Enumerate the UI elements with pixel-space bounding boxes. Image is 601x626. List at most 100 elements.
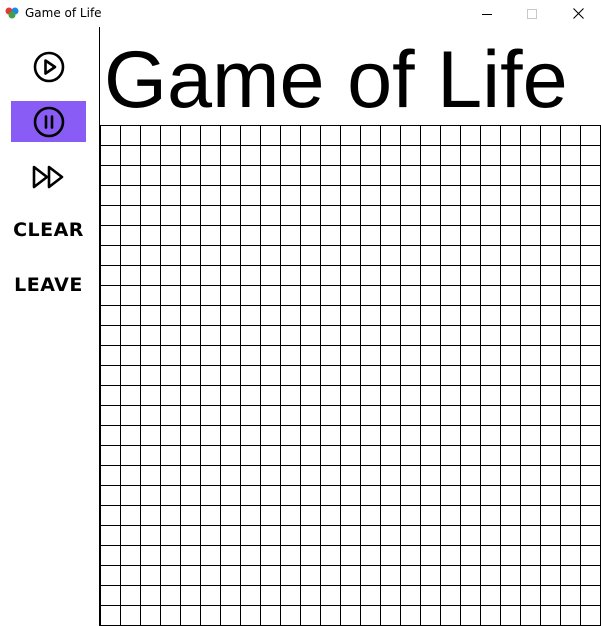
grid-cell[interactable]	[160, 325, 181, 346]
grid-cell[interactable]	[120, 405, 141, 426]
grid-cell[interactable]	[460, 165, 481, 186]
grid-cell[interactable]	[240, 185, 261, 206]
grid-cell[interactable]	[540, 345, 561, 366]
grid-cell[interactable]	[540, 245, 561, 266]
grid-cell[interactable]	[420, 205, 441, 226]
grid-cell[interactable]	[500, 165, 521, 186]
grid-cell[interactable]	[160, 605, 181, 626]
grid-cell[interactable]	[420, 565, 441, 586]
grid-cell[interactable]	[180, 405, 201, 426]
grid-cell[interactable]	[240, 545, 261, 566]
grid-cell[interactable]	[320, 245, 341, 266]
grid-cell[interactable]	[440, 165, 461, 186]
grid-cell[interactable]	[220, 265, 241, 286]
grid-cell[interactable]	[400, 285, 421, 306]
grid-cell[interactable]	[340, 525, 361, 546]
grid-cell[interactable]	[260, 445, 281, 466]
grid-cell[interactable]	[500, 405, 521, 426]
grid-cell[interactable]	[540, 385, 561, 406]
grid-cell[interactable]	[400, 405, 421, 426]
grid-cell[interactable]	[500, 225, 521, 246]
grid-cell[interactable]	[500, 605, 521, 626]
grid-cell[interactable]	[100, 145, 121, 166]
grid-cell[interactable]	[520, 245, 541, 266]
grid-cell[interactable]	[160, 165, 181, 186]
minimize-button[interactable]	[464, 0, 510, 27]
grid-cell[interactable]	[280, 585, 301, 606]
grid-cell[interactable]	[340, 205, 361, 226]
grid-cell[interactable]	[380, 325, 401, 346]
grid-cell[interactable]	[420, 185, 441, 206]
grid-cell[interactable]	[260, 125, 281, 146]
grid-cell[interactable]	[380, 265, 401, 286]
grid-cell[interactable]	[200, 125, 221, 146]
grid-cell[interactable]	[320, 165, 341, 186]
grid-cell[interactable]	[100, 445, 121, 466]
grid-cell[interactable]	[280, 285, 301, 306]
grid-cell[interactable]	[480, 605, 501, 626]
grid-cell[interactable]	[100, 265, 121, 286]
grid-cell[interactable]	[580, 545, 601, 566]
grid-cell[interactable]	[120, 585, 141, 606]
grid-cell[interactable]	[100, 365, 121, 386]
grid-cell[interactable]	[220, 145, 241, 166]
grid-cell[interactable]	[220, 165, 241, 186]
grid-cell[interactable]	[520, 445, 541, 466]
grid-cell[interactable]	[500, 305, 521, 326]
grid-cell[interactable]	[240, 425, 261, 446]
grid-cell[interactable]	[580, 425, 601, 446]
grid-cell[interactable]	[120, 565, 141, 586]
grid-cell[interactable]	[100, 205, 121, 226]
grid-cell[interactable]	[360, 345, 381, 366]
grid-cell[interactable]	[140, 465, 161, 486]
grid-cell[interactable]	[400, 505, 421, 526]
grid-cell[interactable]	[320, 325, 341, 346]
grid-cell[interactable]	[540, 285, 561, 306]
grid-cell[interactable]	[260, 585, 281, 606]
grid-cell[interactable]	[220, 345, 241, 366]
grid-cell[interactable]	[320, 385, 341, 406]
grid-cell[interactable]	[540, 445, 561, 466]
grid-cell[interactable]	[300, 225, 321, 246]
grid-cell[interactable]	[200, 485, 221, 506]
grid-cell[interactable]	[160, 545, 181, 566]
grid-cell[interactable]	[100, 525, 121, 546]
grid-cell[interactable]	[580, 265, 601, 286]
grid-cell[interactable]	[260, 345, 281, 366]
grid-cell[interactable]	[560, 125, 581, 146]
grid-cell[interactable]	[260, 525, 281, 546]
grid-cell[interactable]	[200, 445, 221, 466]
grid-cell[interactable]	[160, 485, 181, 506]
grid-cell[interactable]	[180, 485, 201, 506]
grid-cell[interactable]	[520, 205, 541, 226]
grid-cell[interactable]	[240, 305, 261, 326]
grid-cell[interactable]	[360, 605, 381, 626]
grid-cell[interactable]	[160, 205, 181, 226]
grid-cell[interactable]	[280, 225, 301, 246]
grid-cell[interactable]	[560, 165, 581, 186]
grid-cell[interactable]	[440, 245, 461, 266]
grid-cell[interactable]	[300, 245, 321, 266]
grid-cell[interactable]	[100, 425, 121, 446]
grid-cell[interactable]	[500, 505, 521, 526]
grid-cell[interactable]	[320, 485, 341, 506]
grid-cell[interactable]	[460, 265, 481, 286]
grid-cell[interactable]	[120, 245, 141, 266]
grid-cell[interactable]	[380, 225, 401, 246]
grid-cell[interactable]	[340, 505, 361, 526]
fast-forward-button[interactable]	[11, 156, 86, 197]
grid-cell[interactable]	[140, 405, 161, 426]
grid-cell[interactable]	[280, 365, 301, 386]
grid-cell[interactable]	[160, 225, 181, 246]
grid-cell[interactable]	[200, 245, 221, 266]
grid-cell[interactable]	[160, 285, 181, 306]
grid-cell[interactable]	[280, 265, 301, 286]
grid-cell[interactable]	[360, 325, 381, 346]
grid-cell[interactable]	[580, 325, 601, 346]
grid-cell[interactable]	[240, 565, 261, 586]
grid-cell[interactable]	[420, 445, 441, 466]
grid-cell[interactable]	[460, 565, 481, 586]
grid-cell[interactable]	[260, 305, 281, 326]
grid-cell[interactable]	[340, 285, 361, 306]
grid-cell[interactable]	[180, 605, 201, 626]
